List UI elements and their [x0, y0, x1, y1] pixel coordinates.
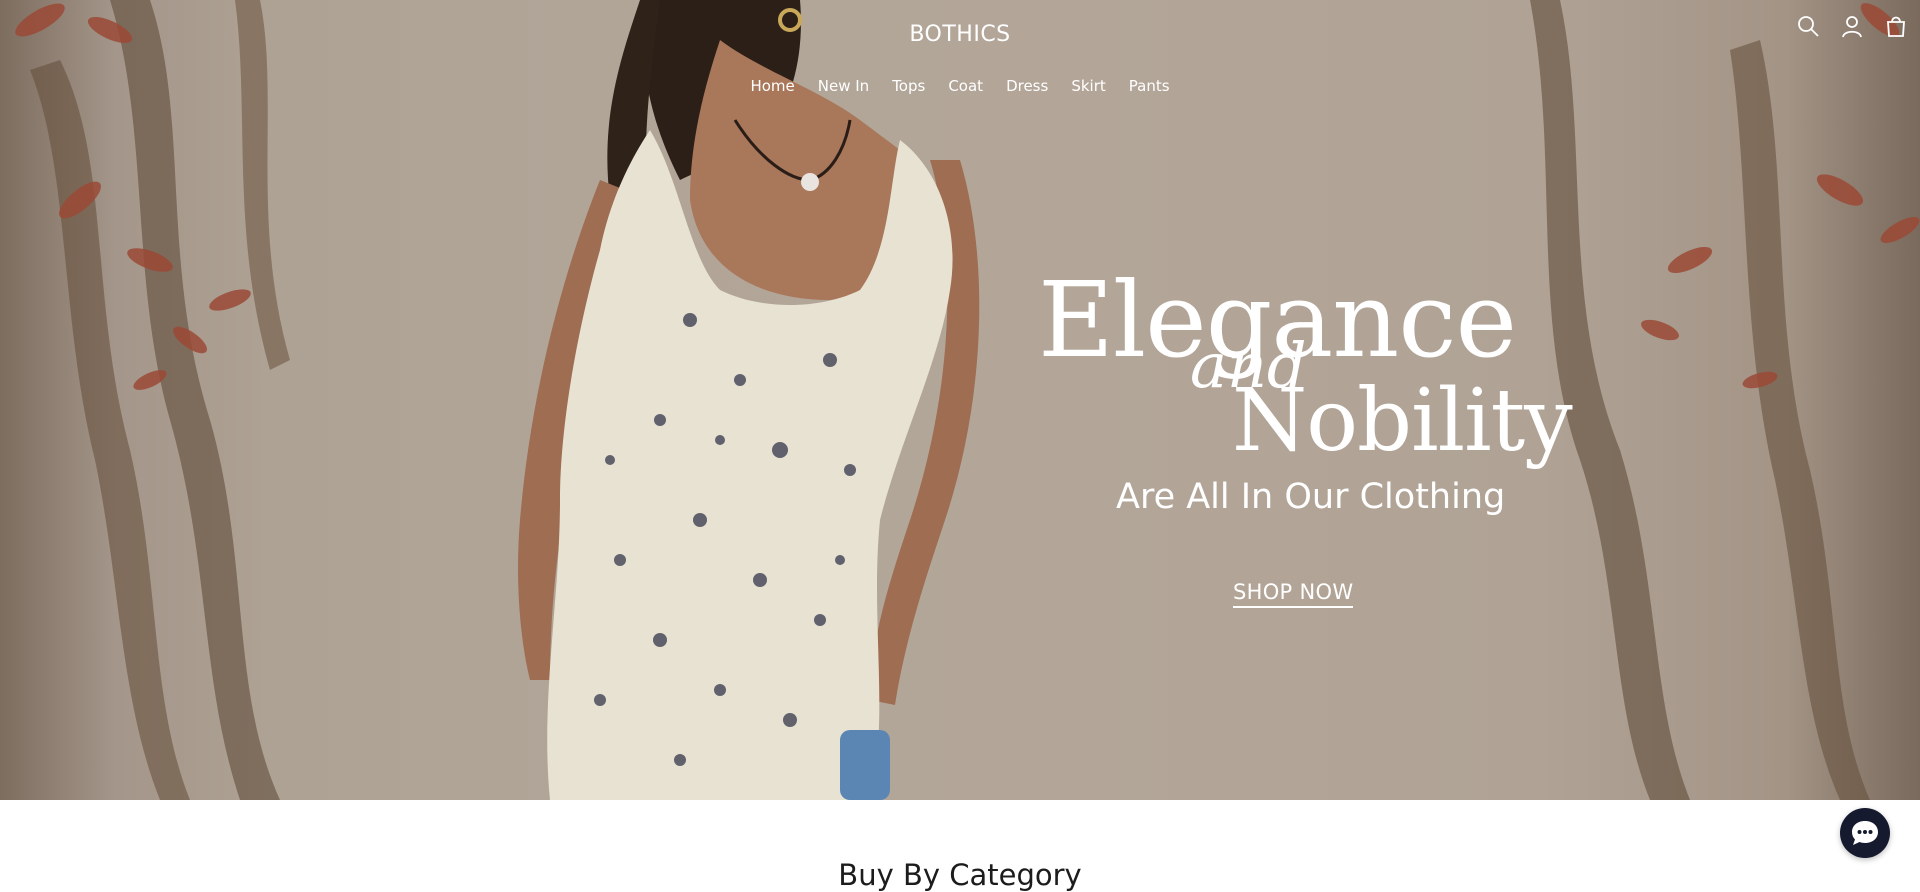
nav-tops[interactable]: Tops — [892, 77, 925, 95]
hero-banner: BOTHICS Home New In Tops Coat Dress Skir… — [0, 0, 1920, 800]
model-figure — [518, 0, 980, 800]
chat-button[interactable] — [1840, 808, 1890, 858]
section-title-buy-by-category: Buy By Category — [838, 858, 1082, 892]
brand-logo[interactable]: BOTHICS — [0, 22, 1920, 47]
nav-dress[interactable]: Dress — [1006, 77, 1048, 95]
hero-tagline: Are All In Our Clothing — [1116, 477, 1506, 517]
chat-bubble-icon — [1852, 821, 1878, 845]
shop-now-link[interactable]: SHOP NOW — [1233, 580, 1354, 608]
left-foliage-shadow — [30, 0, 290, 800]
nav-home[interactable]: Home — [750, 77, 794, 95]
nav-skirt[interactable]: Skirt — [1071, 77, 1105, 95]
hero-image — [15, 0, 1920, 800]
nav-coat[interactable]: Coat — [948, 77, 983, 95]
right-foliage-shadow — [1530, 0, 1870, 800]
nav-new-in[interactable]: New In — [818, 77, 869, 95]
header-icons — [1794, 12, 1920, 40]
cart-icon[interactable] — [1882, 12, 1910, 40]
search-icon[interactable] — [1794, 12, 1822, 40]
hero-headline-nobility: Nobility — [1232, 371, 1573, 471]
account-icon[interactable] — [1838, 12, 1866, 40]
nav-pants[interactable]: Pants — [1129, 77, 1170, 95]
main-nav: Home New In Tops Coat Dress Skirt Pants — [0, 77, 1920, 95]
